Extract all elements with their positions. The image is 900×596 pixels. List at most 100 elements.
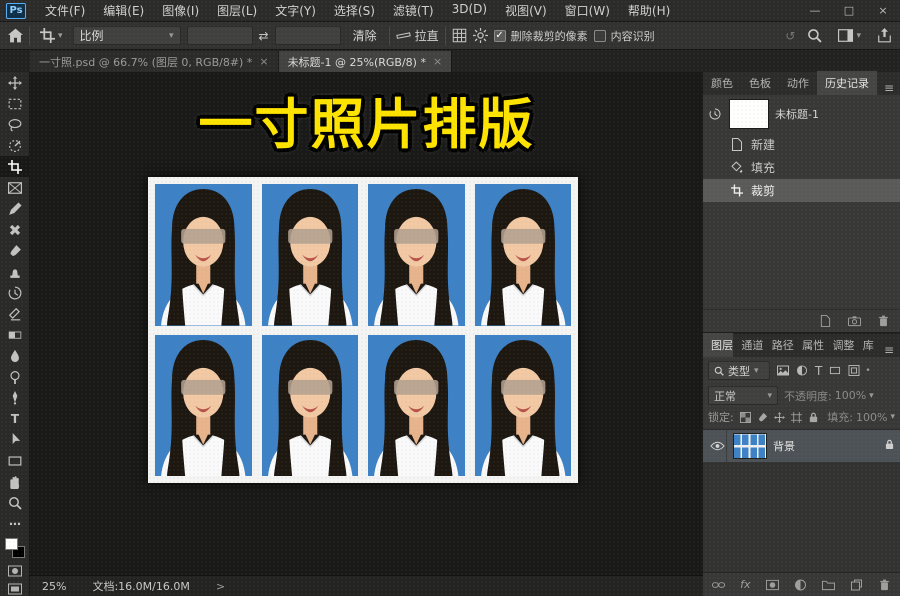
close-button[interactable]: × [866,0,900,21]
history-state-row[interactable]: 裁剪 [703,179,900,202]
history-brush-source-icon[interactable] [707,108,723,120]
quick-mask-icon[interactable] [8,562,22,580]
mask-icon[interactable] [766,579,779,591]
link-icon[interactable] [712,579,725,591]
close-tab-icon[interactable]: × [259,55,268,68]
layer-filter-select[interactable]: 类型 ▾ [708,361,770,380]
edit-toolbar-button[interactable]: ⋯ [0,513,30,534]
panel-tab[interactable]: 库 [855,333,878,357]
blend-mode-select[interactable]: 正常 ▾ [708,386,778,405]
opacity-control[interactable]: 不透明度: 100% ▾ [784,388,874,404]
content-aware-checkbox[interactable]: ✓ 内容识别 [594,28,655,44]
hand-tool[interactable] [0,471,30,492]
brush-tool[interactable] [0,240,30,261]
frame-tool[interactable] [0,177,30,198]
panel-tab[interactable]: 调整 [824,333,854,357]
healing-brush-tool[interactable] [0,219,30,240]
gradient-tool[interactable] [0,324,30,345]
type-icon[interactable]: T [815,364,822,378]
swap-dimensions-icon[interactable]: ⇄ [259,29,269,43]
document-tab[interactable]: 一寸照.psd @ 66.7% (图层 0, RGB/8#) * × [30,51,279,72]
zoom-tool[interactable] [0,492,30,513]
layer-thumbnail[interactable] [733,433,767,459]
shape-icon[interactable] [829,364,841,378]
maximize-button[interactable]: □ [832,0,866,21]
overlay-options-icon[interactable] [452,28,467,43]
brush-icon[interactable] [757,412,768,423]
clone-stamp-tool[interactable] [0,261,30,282]
dodge-tool[interactable] [0,366,30,387]
move-tool[interactable] [0,72,30,93]
type-tool[interactable]: T [0,408,30,429]
menu-item[interactable]: 图像(I) [153,0,208,21]
status-chevron-icon[interactable]: > [216,580,225,593]
lock-icon[interactable] [808,412,819,423]
crop-settings-gear-icon[interactable] [473,28,488,43]
home-icon[interactable] [8,28,23,43]
panel-tab[interactable]: 通道 [733,333,763,357]
adjust-icon[interactable] [794,579,807,591]
history-brush-tool[interactable] [0,282,30,303]
crop-tool[interactable] [0,156,30,177]
menu-item[interactable]: 窗口(W) [556,0,619,21]
trash-icon[interactable] [877,315,890,327]
shape-tool[interactable] [0,450,30,471]
panel-menu-icon[interactable]: ≡ [878,343,900,357]
pen-tool[interactable] [0,387,30,408]
panel-tab[interactable]: 历史记录 [817,71,877,95]
panel-tab[interactable]: 颜色 [703,71,741,95]
menu-item[interactable]: 滤镜(T) [384,0,443,21]
panel-tab[interactable]: 色板 [741,71,779,95]
screen-mode-icon[interactable] [8,580,22,596]
close-tab-icon[interactable]: × [433,55,442,68]
menu-item[interactable]: 编辑(E) [94,0,153,21]
fx-icon[interactable]: fx [740,578,750,591]
blur-tool[interactable] [0,345,30,366]
straighten-button[interactable]: 拉直 [396,27,439,44]
foreground-color-swatch[interactable] [5,538,18,550]
delete-cropped-pixels-checkbox[interactable]: ✓ 删除裁剪的像素 [494,28,588,44]
history-state-row[interactable]: 填充 [703,156,900,179]
panel-tab[interactable]: 图层 [703,333,733,357]
folder-icon[interactable] [822,579,835,591]
color-swatches[interactable] [4,538,26,558]
panel-tab[interactable]: 动作 [779,71,817,95]
crop-height-input[interactable] [275,26,341,45]
menu-item[interactable]: 帮助(H) [619,0,679,21]
menu-item[interactable]: 文字(Y) [266,0,325,21]
camera-icon[interactable] [848,315,861,327]
search-icon[interactable] [807,28,822,43]
menu-item[interactable]: 视图(V) [496,0,556,21]
canvas-area[interactable]: 一寸照片排版 [30,72,703,575]
fill-control[interactable]: 填充: 100% ▾ [827,409,895,425]
zoom-level[interactable]: 25% [42,580,66,593]
document-tab[interactable]: 未标题-1 @ 25%(RGB/8) * × [279,51,453,72]
ratio-select[interactable]: 比例 ▾ [73,26,181,45]
minimize-button[interactable]: — [798,0,832,21]
trash-icon[interactable] [878,579,891,591]
newlayer-icon[interactable] [850,579,863,591]
crop-tool-preset[interactable]: ▾ [36,26,67,45]
eyedropper-tool[interactable] [0,198,30,219]
crop-width-input[interactable] [187,26,253,45]
背景[interactable]: 背景 [703,430,900,462]
panel-tab[interactable]: 属性 [794,333,824,357]
menu-item[interactable]: 选择(S) [325,0,384,21]
page-icon[interactable] [819,315,832,327]
layer-visibility-eye-icon[interactable] [709,430,727,462]
path-select-tool[interactable] [0,429,30,450]
panel-tab[interactable]: 路径 [764,333,794,357]
eraser-tool[interactable] [0,303,30,324]
checker-icon[interactable] [740,412,751,423]
layer-lock-icon[interactable] [885,439,894,453]
move-icon[interactable] [774,412,785,423]
clear-button[interactable]: 清除 [347,25,383,46]
reset-icon[interactable]: ↺ [785,29,795,43]
menu-item[interactable]: 图层(L) [208,0,266,21]
workspace-switcher[interactable]: ▾ [834,26,865,45]
smart-icon[interactable] [848,364,860,378]
marquee-tool[interactable] [0,93,30,114]
lasso-tool[interactable] [0,114,30,135]
image-icon[interactable] [777,364,789,378]
object-select-tool[interactable] [0,135,30,156]
